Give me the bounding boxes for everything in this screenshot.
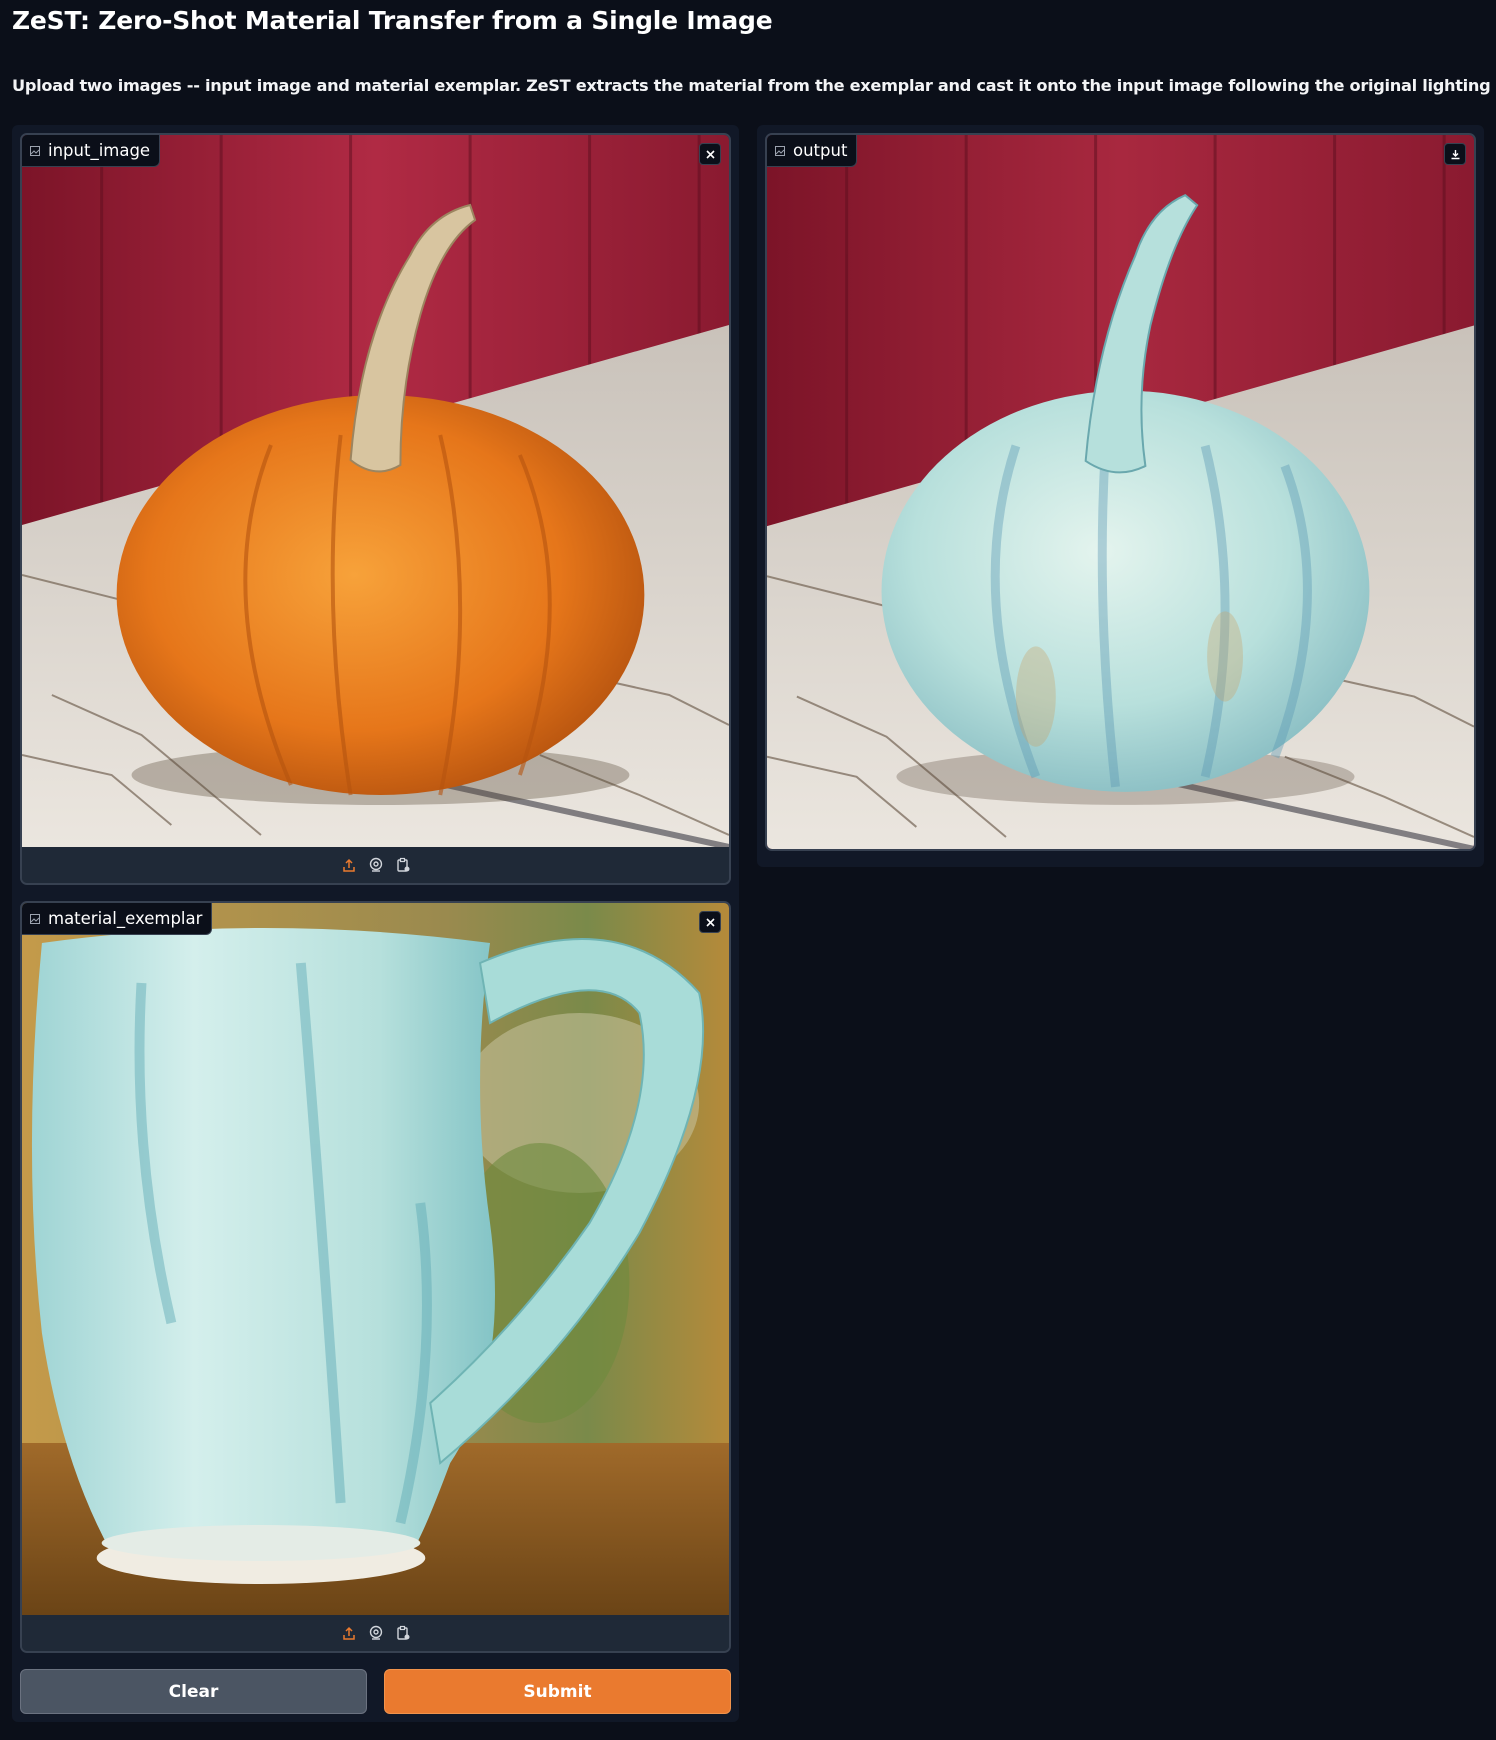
material-exemplar-toolbar	[22, 1615, 729, 1651]
clipboard-icon[interactable]	[395, 1625, 411, 1641]
download-icon[interactable]	[1444, 143, 1466, 165]
webcam-icon[interactable]	[368, 857, 384, 873]
upload-icon[interactable]	[341, 1625, 357, 1641]
close-icon[interactable]	[699, 911, 721, 933]
page-description: Upload two images -- input image and mat…	[12, 76, 1496, 95]
image-icon	[30, 913, 40, 924]
clear-button[interactable]: Clear	[20, 1669, 367, 1714]
submit-button[interactable]: Submit	[384, 1669, 731, 1714]
input-image-panel[interactable]: input_image	[20, 133, 731, 885]
close-icon[interactable]	[699, 143, 721, 165]
upload-icon[interactable]	[341, 857, 357, 873]
material-exemplar-panel[interactable]: material_exemplar	[20, 901, 731, 1653]
output-label-text: output	[793, 141, 848, 160]
input-image-label-text: input_image	[48, 141, 151, 160]
output-image-preview	[767, 135, 1474, 849]
input-image-preview[interactable]	[22, 135, 729, 847]
output-label: output	[767, 135, 858, 167]
input-image-toolbar	[22, 847, 729, 883]
webcam-icon[interactable]	[368, 1625, 384, 1641]
clipboard-icon[interactable]	[395, 857, 411, 873]
output-panel: output	[765, 133, 1476, 851]
input-image-label: input_image	[22, 135, 161, 167]
material-exemplar-preview[interactable]	[22, 903, 729, 1615]
image-icon	[775, 145, 785, 156]
page-title: ZeST: Zero-Shot Material Transfer from a…	[12, 6, 773, 35]
output-column: output	[757, 125, 1484, 867]
material-exemplar-label-text: material_exemplar	[48, 909, 203, 928]
input-column: input_image material_exemplar Clear Subm…	[12, 125, 739, 1722]
image-icon	[30, 145, 40, 156]
material-exemplar-label: material_exemplar	[22, 903, 213, 935]
